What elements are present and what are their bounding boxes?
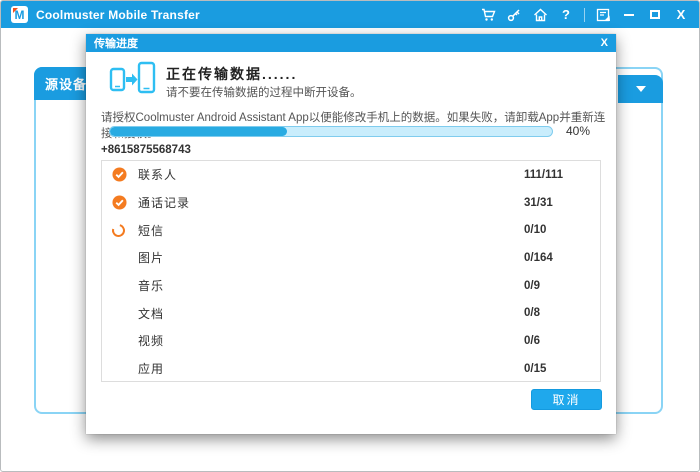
transfer-item-label: 联系人	[138, 168, 178, 183]
titlebar: M Coolmuster Mobile Transfer ? X	[1, 1, 699, 28]
transfer-item-row: 文档 0/8	[102, 299, 600, 327]
maximize-button[interactable]	[647, 6, 663, 24]
progress-bar	[109, 126, 553, 137]
check-icon	[112, 195, 127, 210]
minimize-button[interactable]	[621, 6, 637, 24]
titlebar-buttons: ? X	[480, 1, 689, 28]
dialog-close-button[interactable]: X	[601, 37, 608, 49]
cancel-button[interactable]: 取消	[531, 389, 602, 410]
transfer-item-count: 0/9	[524, 279, 540, 292]
app-logo: M	[11, 6, 28, 23]
app-window: M Coolmuster Mobile Transfer ? X 源设备： 传输…	[0, 0, 700, 472]
transfer-status-heading: 正在传输数据......	[166, 66, 298, 82]
transfer-items-list: 联系人 111/111 通话记录 31/31 短信 0/10 图片 0/164 …	[101, 160, 601, 382]
status-icon-slot	[112, 195, 138, 210]
feedback-icon[interactable]	[595, 6, 611, 24]
transfer-item-label: 通话记录	[138, 196, 191, 211]
transfer-item-count: 0/8	[524, 307, 540, 320]
help-icon[interactable]: ?	[558, 6, 574, 24]
home-icon[interactable]	[532, 6, 548, 24]
transfer-item-row: 短信 0/10	[102, 216, 600, 244]
close-button[interactable]: X	[673, 6, 689, 24]
transfer-item-label: 视频	[138, 334, 165, 349]
chevron-down-icon	[635, 86, 646, 92]
transfer-progress-dialog: 传输进度 X 正在传输数据...... 请不要在传输数据的过程中断开设备。 请授…	[86, 34, 616, 434]
device-phone-number: +8615875568743	[101, 144, 191, 156]
transfer-item-row: 应用 0/15	[102, 355, 600, 381]
spinner-icon	[109, 221, 128, 240]
phone-transfer-icon	[108, 58, 156, 103]
progress-percent-label: 40%	[566, 124, 591, 138]
dialog-title: 传输进度	[94, 38, 138, 50]
progress-bar-fill	[110, 127, 287, 136]
transfer-item-row: 视频 0/6	[102, 327, 600, 355]
status-icon-slot	[109, 221, 138, 240]
key-icon[interactable]	[506, 6, 522, 24]
transfer-item-label: 图片	[138, 251, 165, 266]
transfer-item-label: 短信	[138, 223, 165, 238]
cart-icon[interactable]	[480, 6, 496, 24]
transfer-item-count: 31/31	[524, 196, 553, 209]
dialog-body: 正在传输数据...... 请不要在传输数据的过程中断开设备。 请授权Coolmu…	[86, 52, 616, 434]
transfer-item-row: 音乐 0/9	[102, 272, 600, 300]
transfer-item-row: 通话记录 31/31	[102, 189, 600, 217]
dialog-header: 传输进度 X	[86, 34, 616, 52]
check-icon	[112, 167, 127, 182]
transfer-item-label: 应用	[138, 362, 165, 377]
device-dropdown-button[interactable]	[618, 75, 663, 103]
transfer-item-label: 音乐	[138, 279, 165, 294]
transfer-item-label: 文档	[138, 306, 165, 321]
transfer-item-count: 0/15	[524, 362, 547, 375]
status-icon-slot	[112, 167, 138, 182]
transfer-item-row: 图片 0/164	[102, 244, 600, 272]
transfer-item-row: 联系人 111/111	[102, 161, 600, 189]
logo-accent	[13, 8, 18, 13]
app-title: Coolmuster Mobile Transfer	[36, 7, 200, 22]
transfer-item-count: 111/111	[524, 168, 564, 181]
titlebar-separator	[584, 7, 585, 22]
transfer-warning-text: 请不要在传输数据的过程中断开设备。	[166, 87, 362, 99]
transfer-item-count: 0/10	[524, 224, 547, 237]
transfer-item-count: 0/6	[524, 334, 540, 347]
transfer-item-count: 0/164	[524, 251, 553, 264]
